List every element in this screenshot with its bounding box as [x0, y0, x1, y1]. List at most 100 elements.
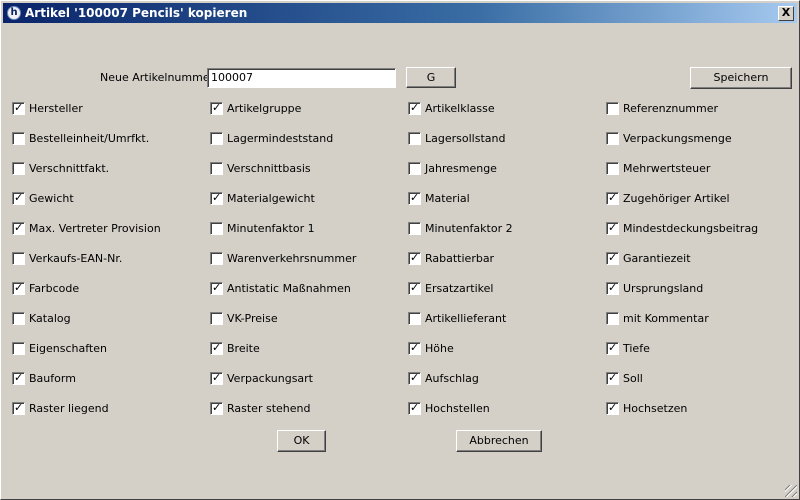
checkmark-icon: ✓ [14, 191, 24, 204]
checkbox[interactable]: ✓ [210, 341, 223, 355]
checkbox[interactable]: ✓ [408, 371, 421, 385]
checkbox[interactable]: ✓ [408, 281, 421, 295]
checkbox-label: Katalog [29, 312, 71, 325]
checkbox[interactable] [606, 162, 619, 175]
checkbox[interactable] [12, 252, 25, 265]
checkbox[interactable] [408, 312, 421, 325]
checkbox[interactable] [12, 312, 25, 325]
new-article-number-input[interactable]: 100007 [207, 68, 396, 88]
checkbox[interactable] [12, 162, 25, 175]
checkbox[interactable]: ✓ [12, 221, 25, 235]
checkmark-icon: ✓ [608, 371, 618, 384]
checkbox[interactable] [12, 132, 25, 145]
checkbox[interactable]: ✓ [210, 371, 223, 385]
checkbox[interactable] [12, 342, 25, 355]
checkmark-icon: ✓ [212, 341, 222, 354]
checkbox[interactable]: ✓ [408, 341, 421, 355]
checkbox[interactable]: ✓ [606, 191, 619, 205]
checkbox-label: Verkaufs-EAN-Nr. [29, 252, 123, 265]
new-article-number-label: Neue Artikelnummer [100, 71, 215, 84]
checkbox-label: Minutenfaktor 1 [227, 222, 315, 235]
checkbox[interactable]: ✓ [12, 101, 25, 115]
checkbox[interactable]: ✓ [12, 401, 25, 415]
checkbox[interactable] [408, 132, 421, 145]
checkbox-label: VK-Preise [227, 312, 278, 325]
checkbox[interactable]: ✓ [606, 341, 619, 355]
checkmark-icon: ✓ [410, 251, 420, 264]
window-title: Artikel '100007 Pencils' kopieren [25, 6, 248, 20]
checkbox[interactable]: ✓ [210, 401, 223, 415]
checkbox-label: Verpackungsmenge [623, 132, 732, 145]
checkbox-label: Raster liegend [29, 402, 109, 415]
checkbox-label: Verpackungsart [227, 372, 313, 385]
save-button[interactable]: Speichern [690, 67, 792, 89]
checkbox[interactable]: ✓ [210, 101, 223, 115]
checkbox-label: Hochstellen [425, 402, 490, 415]
checkbox-label: Antistatic Maßnahmen [227, 282, 351, 295]
checkbox[interactable] [210, 252, 223, 265]
checkbox[interactable] [408, 162, 421, 175]
checkbox[interactable] [606, 102, 619, 115]
checkbox[interactable]: ✓ [210, 281, 223, 295]
checkmark-icon: ✓ [14, 371, 24, 384]
checkbox-label: Jahresmenge [425, 162, 497, 175]
checkbox[interactable] [210, 312, 223, 325]
checkbox-label: Ursprungsland [623, 282, 704, 295]
checkbox[interactable]: ✓ [408, 191, 421, 205]
checkbox[interactable] [606, 132, 619, 145]
checkbox-label: Ersatzartikel [425, 282, 494, 295]
checkbox[interactable]: ✓ [606, 281, 619, 295]
checkbox[interactable]: ✓ [606, 251, 619, 265]
checkbox[interactable]: ✓ [12, 281, 25, 295]
checkbox-label: Material [425, 192, 470, 205]
ok-button[interactable]: OK [277, 430, 326, 452]
checkbox-label: Artikelklasse [425, 102, 495, 115]
checkbox-label: Mehrwertsteuer [623, 162, 711, 175]
checkmark-icon: ✓ [212, 401, 222, 414]
checkmark-icon: ✓ [212, 281, 222, 294]
checkmark-icon: ✓ [14, 101, 24, 114]
checkbox[interactable] [210, 132, 223, 145]
g-button[interactable]: G [406, 67, 456, 88]
checkbox-label: Max. Vertreter Provision [29, 222, 161, 235]
checkbox[interactable]: ✓ [408, 401, 421, 415]
checkbox-label: Lagermindeststand [227, 132, 334, 145]
checkbox-label: Artikellieferant [425, 312, 507, 325]
checkbox-label: Hochsetzen [623, 402, 688, 415]
resize-grip[interactable] [785, 485, 797, 497]
checkmark-icon: ✓ [14, 401, 24, 414]
checkbox-label: Höhe [425, 342, 454, 355]
close-button[interactable]: X [778, 6, 794, 21]
checkbox-label: Aufschlag [425, 372, 479, 385]
checkbox[interactable] [210, 162, 223, 175]
app-icon: h [7, 6, 21, 20]
checkbox[interactable] [606, 312, 619, 325]
checkbox[interactable] [210, 222, 223, 235]
checkbox[interactable]: ✓ [12, 371, 25, 385]
checkbox-label: Gewicht [29, 192, 74, 205]
checkbox-label: Referenznummer [623, 102, 719, 115]
checkbox-label: Warenverkehrsnummer [227, 252, 357, 265]
checkmark-icon: ✓ [410, 341, 420, 354]
checkbox-label: mit Kommentar [623, 312, 709, 325]
checkmark-icon: ✓ [14, 221, 24, 234]
checkbox[interactable]: ✓ [210, 191, 223, 205]
checkbox-label: Artikelgruppe [227, 102, 302, 115]
checkbox-label: Zugehöriger Artikel [623, 192, 730, 205]
checkbox[interactable]: ✓ [606, 221, 619, 235]
checkbox-label: Farbcode [29, 282, 80, 295]
checkbox[interactable]: ✓ [12, 191, 25, 205]
cancel-button[interactable]: Abbrechen [456, 430, 542, 452]
checkbox[interactable]: ✓ [606, 401, 619, 415]
checkbox[interactable]: ✓ [606, 371, 619, 385]
checkbox[interactable]: ✓ [408, 251, 421, 265]
checkmark-icon: ✓ [14, 281, 24, 294]
checkbox[interactable] [408, 222, 421, 235]
checkbox-label: Lagersollstand [425, 132, 506, 145]
checkmark-icon: ✓ [410, 101, 420, 114]
title-bar[interactable]: h Artikel '100007 Pencils' kopieren X [3, 3, 797, 23]
checkbox[interactable]: ✓ [408, 101, 421, 115]
checkmark-icon: ✓ [608, 401, 618, 414]
checkmark-icon: ✓ [410, 281, 420, 294]
checkbox-label: Mindestdeckungsbeitrag [623, 222, 759, 235]
